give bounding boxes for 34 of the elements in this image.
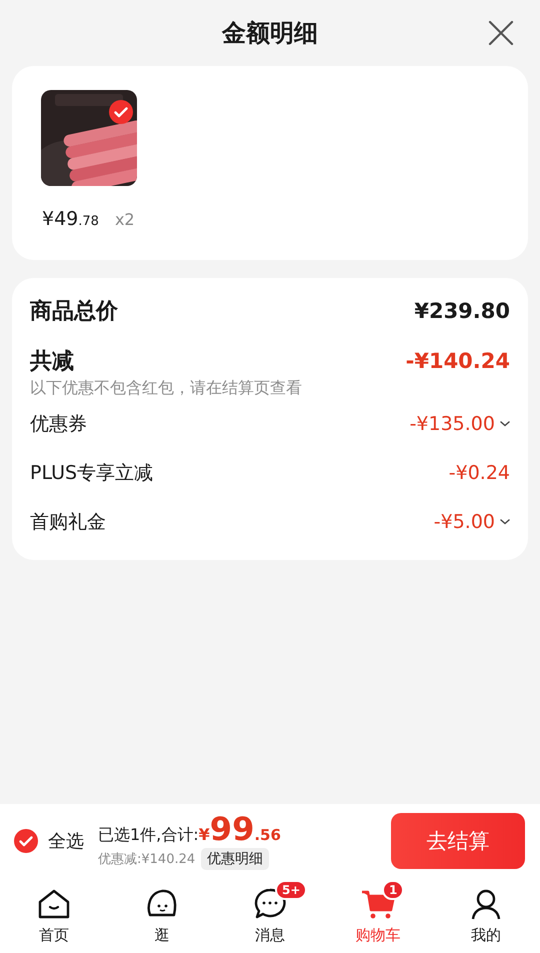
checkout-button[interactable]: 去结算 — [391, 813, 525, 869]
product-price: ¥49.78 — [42, 208, 99, 230]
person-icon — [469, 887, 503, 921]
tab-item[interactable]: 逛 — [108, 878, 216, 953]
discount-detail-button[interactable]: 优惠明细 — [201, 848, 270, 870]
selected-summary: 已选1件,合计: — [98, 825, 199, 846]
total-value: ¥239.80 — [414, 299, 510, 323]
reduce-note: 以下优惠不包含红包，请在结算页查看 — [30, 378, 303, 399]
discount-value: -¥135.00 — [410, 412, 495, 434]
page-title: 金额明细 — [222, 18, 318, 49]
quantity: x2 — [114, 210, 135, 229]
chevron-down-icon[interactable] — [500, 420, 510, 426]
discount-label: 首购礼金 — [30, 510, 106, 534]
reduce-label: 共减 — [30, 348, 74, 376]
count-badge: 1 — [382, 880, 404, 900]
close-icon[interactable] — [488, 20, 514, 46]
discount-summary: 优惠减:¥140.24 — [98, 851, 196, 868]
discount-value: -¥0.24 — [448, 462, 510, 484]
check-icon[interactable] — [109, 100, 133, 124]
reduce-value: -¥140.24 — [406, 349, 510, 373]
select-all-label[interactable]: 全选 — [48, 829, 84, 853]
tab-item[interactable]: 我的 — [432, 878, 540, 953]
check-icon[interactable] — [14, 829, 38, 853]
total-price: ¥99.56 — [198, 812, 281, 846]
discount-value: -¥5.00 — [434, 510, 495, 532]
count-badge: 5+ — [275, 880, 308, 900]
discount-label: PLUS专享立减 — [30, 460, 154, 486]
tab-item[interactable]: 首页 — [0, 878, 108, 953]
chevron-down-icon[interactable] — [500, 518, 510, 524]
tab-item[interactable]: 1 购物车 — [324, 878, 432, 953]
discount-label: 优惠券 — [30, 412, 87, 436]
total-label: 商品总价 — [30, 298, 118, 326]
tab-item[interactable]: 5+ 消息 — [216, 878, 324, 953]
home-icon — [37, 888, 71, 920]
